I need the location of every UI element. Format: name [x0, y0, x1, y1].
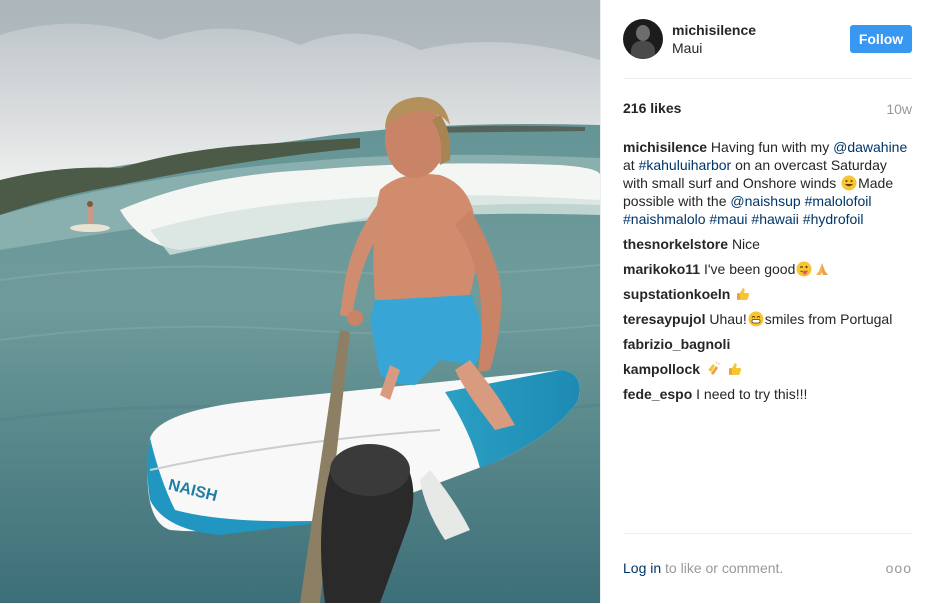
- comment-text: I've been good: [703, 261, 796, 277]
- comment-item: kampollock: [623, 360, 914, 378]
- comment-list: michisilence Having fun with my @dawahin…: [623, 138, 914, 410]
- comment-text: Nice: [731, 236, 760, 252]
- thumbs-up-emoji-icon: [737, 288, 750, 300]
- comment-text: I need to try this!!!: [696, 386, 808, 402]
- post-caption: michisilence Having fun with my @dawahin…: [623, 138, 914, 228]
- post-photo[interactable]: NAISH: [0, 0, 600, 603]
- caption-username[interactable]: michisilence: [623, 139, 707, 155]
- comment-item: fabrizio_bagnoli: [623, 335, 914, 353]
- comment-text: smiles from Portugal: [764, 311, 893, 327]
- likes-count[interactable]: 216 likes: [623, 100, 681, 116]
- comment-username[interactable]: thesnorkelstore: [623, 236, 728, 252]
- caption-text: at: [623, 157, 639, 173]
- clapping-hands-emoji-icon: [707, 361, 720, 375]
- hashtag-link[interactable]: #hydrofoil: [803, 211, 864, 227]
- post-side-panel: michisilence Maui Follow 216 likes 10w m…: [600, 0, 934, 603]
- grinning-face-emoji-icon: [748, 311, 764, 327]
- caption-text: Having fun with my: [707, 139, 834, 155]
- hashtag-link[interactable]: #malolofoil: [805, 193, 872, 209]
- comment-item: thesnorkelstore Nice: [623, 235, 914, 253]
- more-options-icon[interactable]: ooo: [886, 560, 912, 576]
- comment-username[interactable]: marikoko11: [623, 261, 700, 277]
- comment-username[interactable]: fede_espo: [623, 386, 692, 402]
- avatar[interactable]: [623, 19, 663, 59]
- mention-link[interactable]: @naishsup: [730, 193, 800, 209]
- hashtag-link[interactable]: #hawaii: [751, 211, 798, 227]
- post-header: michisilence Maui Follow: [623, 0, 912, 79]
- grinning-face-emoji-icon: [841, 175, 857, 191]
- follow-button[interactable]: Follow: [850, 25, 912, 53]
- login-prompt: Log in to like or comment.: [623, 560, 783, 576]
- mention-link[interactable]: @dawahine: [833, 139, 907, 155]
- instagram-post: NAISH michisilence Maui Follow 216 likes…: [0, 0, 934, 603]
- avatar-head: [636, 25, 650, 41]
- hashtag-link[interactable]: #naishmalolo: [623, 211, 706, 227]
- comment-item: supstationkoeln: [623, 285, 914, 303]
- post-age[interactable]: 10w: [886, 101, 912, 117]
- comment-item: fede_espo I need to try this!!!: [623, 385, 914, 403]
- post-footer: Log in to like or comment. ooo: [623, 533, 912, 604]
- comment-username[interactable]: supstationkoeln: [623, 286, 730, 302]
- comment-item: teresaypujol Uhau! smiles from Portugal: [623, 310, 914, 328]
- post-photo-illustration: NAISH: [0, 0, 600, 603]
- comment-username[interactable]: fabrizio_bagnoli: [623, 336, 730, 352]
- comment-username[interactable]: teresaypujol: [623, 311, 705, 327]
- folded-hands-emoji-icon: [816, 263, 829, 275]
- comment-text: Uhau!: [709, 311, 747, 327]
- hashtag-link[interactable]: #maui: [709, 211, 747, 227]
- comment-item: marikoko11 I've been good: [623, 260, 914, 278]
- winking-tongue-emoji-icon: [796, 261, 812, 277]
- post-location[interactable]: Maui: [672, 40, 702, 56]
- login-prompt-text: to like or comment.: [661, 560, 784, 576]
- profile-username[interactable]: michisilence: [672, 22, 756, 38]
- hashtag-link[interactable]: #kahuluiharbor: [639, 157, 732, 173]
- avatar-body: [631, 41, 655, 59]
- thumbs-up-emoji-icon: [728, 363, 741, 375]
- login-link[interactable]: Log in: [623, 560, 661, 576]
- comment-username[interactable]: kampollock: [623, 361, 700, 377]
